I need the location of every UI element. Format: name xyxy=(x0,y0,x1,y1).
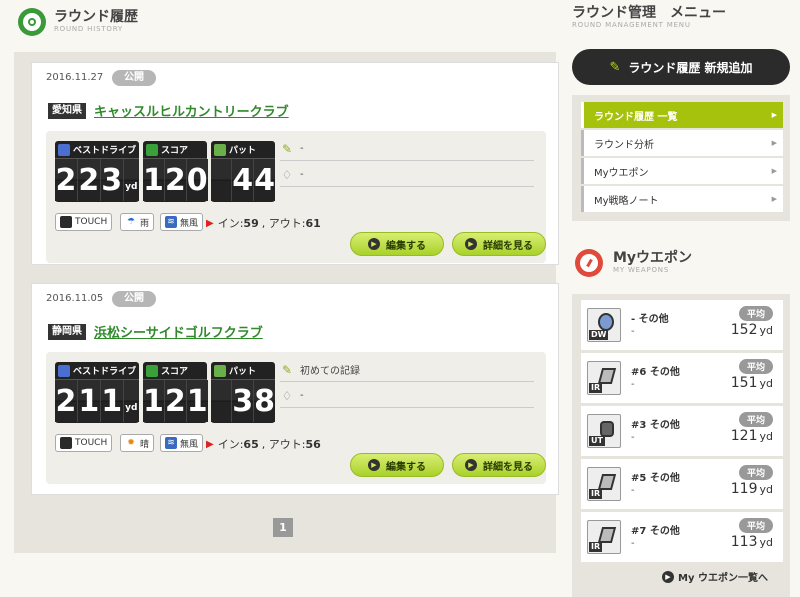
page-number-button[interactable]: 1 xyxy=(273,518,293,537)
weapon-item[interactable]: IR #5 その他 - 平均 119 yd xyxy=(581,459,783,509)
arrow-right-icon: ▶ xyxy=(368,238,380,250)
arrow-right-icon: ▶ xyxy=(465,238,477,250)
wind-icon: ≋ xyxy=(165,437,177,449)
management-menu: ラウンド履歴 一覧 ▶ ラウンド分析 ▶ Myウエポン ▶ My戦略ノート ▶ xyxy=(572,95,790,221)
pencil-icon: ✎ xyxy=(609,59,621,75)
chevron-right-icon: ▶ xyxy=(771,167,777,175)
menu-item-strategy-notes[interactable]: My戦略ノート ▶ xyxy=(581,186,783,212)
weapons-header: Myウエポン MY WEAPONS xyxy=(575,249,692,277)
device-chip: TOUCH xyxy=(55,434,113,452)
putt-counter: パット 4 4 xyxy=(211,141,275,202)
scorecard-icon xyxy=(146,364,158,377)
iron-club-icon: IR xyxy=(587,467,621,501)
management-title: ラウンド管理 メニュー xyxy=(572,5,726,21)
prefecture-badge: 静岡県 xyxy=(48,324,86,340)
weapons-list-link[interactable]: ▶ My ウエポン一覧へ xyxy=(662,569,768,584)
page-title: ラウンド履歴 xyxy=(54,9,138,25)
wind-chip: ≋ 無風 xyxy=(160,434,204,452)
weapon-item[interactable]: DW - その他 - 平均 152 yd xyxy=(581,300,783,350)
best-drive-counter: ベストドライブ 2 1 1 yd xyxy=(55,362,139,423)
round-date: 2016.11.27 xyxy=(46,72,104,83)
round-date: 2016.11.05 xyxy=(46,293,104,304)
detail-button[interactable]: ▶ 詳細を見る xyxy=(452,453,546,477)
driver-icon xyxy=(58,143,70,156)
page-subtitle: ROUND HISTORY xyxy=(54,25,123,33)
chevron-right-icon: ▶ xyxy=(771,111,777,119)
chevron-right-icon: ▶ xyxy=(771,139,777,147)
club-link[interactable]: 浜松シーサイドゴルフクラブ xyxy=(94,322,263,341)
round-card: 2016.11.27 公開 愛知県 キャッスルヒルカントリークラブ ベストドライ… xyxy=(31,62,559,265)
note-line: ♢ - xyxy=(280,384,534,408)
in-out-score: ▶ イン: 59 , アウト: 61 xyxy=(206,216,321,231)
chevron-right-icon: ▶ xyxy=(771,195,777,203)
round-list-panel: 2016.11.27 公開 愛知県 キャッスルヒルカントリークラブ ベストドライ… xyxy=(14,52,559,553)
management-header: ラウンド管理 メニュー ROUND MANAGEMENT MENU xyxy=(572,6,726,30)
arrow-right-icon: ▶ xyxy=(368,459,380,471)
detail-button[interactable]: ▶ 詳細を見る xyxy=(452,232,546,256)
weather-chip: ✹ 晴 xyxy=(120,434,155,452)
weapon-item[interactable]: IR #7 その他 - 平均 113 yd xyxy=(581,512,783,562)
best-drive-counter: ベストドライブ 2 2 3 yd xyxy=(55,141,139,202)
iron-club-icon: IR xyxy=(587,520,621,554)
prefecture-badge: 愛知県 xyxy=(48,103,86,119)
score-counter: スコア 1 2 0 xyxy=(143,141,208,202)
driver-club-icon: DW xyxy=(587,308,621,342)
lightbulb-icon: ♢ xyxy=(281,167,293,182)
round-card: 2016.11.05 公開 静岡県 浜松シーサイドゴルフクラブ ベストドライブ … xyxy=(31,283,559,495)
putt-icon xyxy=(214,364,226,377)
putt-icon xyxy=(214,143,226,156)
weapon-item[interactable]: IR #6 その他 - 平均 151 yd xyxy=(581,353,783,403)
driver-icon xyxy=(58,364,70,377)
weapon-item[interactable]: UT #3 その他 - 平均 121 yd xyxy=(581,406,783,456)
timer-icon xyxy=(575,249,603,277)
putt-counter: パット 3 8 xyxy=(211,362,275,423)
management-subtitle: ROUND MANAGEMENT MENU xyxy=(572,21,691,29)
phone-icon xyxy=(60,437,72,449)
arrow-right-icon: ▶ xyxy=(465,459,477,471)
score-counter: スコア 1 2 1 xyxy=(143,362,208,423)
weapons-title: Myウエポン xyxy=(613,250,693,266)
pencil-icon: ✎ xyxy=(281,362,293,377)
memo-line: ✎ - xyxy=(280,137,534,161)
note-line: ♢ - xyxy=(280,163,534,187)
clock-icon xyxy=(18,8,46,36)
sun-icon: ✹ xyxy=(127,438,135,448)
utility-club-icon: UT xyxy=(587,414,621,448)
round-history-header: ラウンド履歴 ROUND HISTORY xyxy=(18,8,138,36)
iron-club-icon: IR xyxy=(587,361,621,395)
flag-icon: ▶ xyxy=(206,438,214,450)
wind-chip: ≋ 無風 xyxy=(160,213,204,231)
menu-item-my-weapons[interactable]: Myウエポン ▶ xyxy=(581,158,783,184)
weapons-panel: DW - その他 - 平均 152 yd IR #6 その他 - 平均 151 yd… xyxy=(572,294,790,597)
add-round-button[interactable]: ✎ ラウンド履歴 新規追加 xyxy=(572,49,790,85)
menu-item-round-history[interactable]: ラウンド履歴 一覧 ▶ xyxy=(581,102,783,128)
scorecard-icon xyxy=(146,143,158,156)
edit-button[interactable]: ▶ 編集する xyxy=(350,453,444,477)
memo-line: ✎ 初めての記録 xyxy=(280,358,534,382)
flag-icon: ▶ xyxy=(206,217,214,229)
umbrella-icon: ☂ xyxy=(126,217,136,227)
lightbulb-icon: ♢ xyxy=(281,388,293,403)
pencil-icon: ✎ xyxy=(281,141,293,156)
weather-chip: ☂ 雨 xyxy=(120,213,155,231)
wind-icon: ≋ xyxy=(165,216,177,228)
in-out-score: ▶ イン: 65 , アウト: 56 xyxy=(206,437,321,452)
edit-button[interactable]: ▶ 編集する xyxy=(350,232,444,256)
club-link[interactable]: キャッスルヒルカントリークラブ xyxy=(94,101,289,120)
status-badge: 公開 xyxy=(112,291,156,307)
menu-item-round-analysis[interactable]: ラウンド分析 ▶ xyxy=(581,130,783,156)
stat-box: ベストドライブ 2 2 3 yd スコア 1 2 0 パット 4 4 ✎ - ♢… xyxy=(46,131,546,263)
device-chip: TOUCH xyxy=(55,213,113,231)
stat-box: ベストドライブ 2 1 1 yd スコア 1 2 1 パット 3 8 ✎ 初めて… xyxy=(46,352,546,484)
arrow-right-icon: ▶ xyxy=(662,570,674,583)
phone-icon xyxy=(60,216,72,228)
weapons-subtitle: MY WEAPONS xyxy=(613,266,670,274)
status-badge: 公開 xyxy=(112,70,156,86)
